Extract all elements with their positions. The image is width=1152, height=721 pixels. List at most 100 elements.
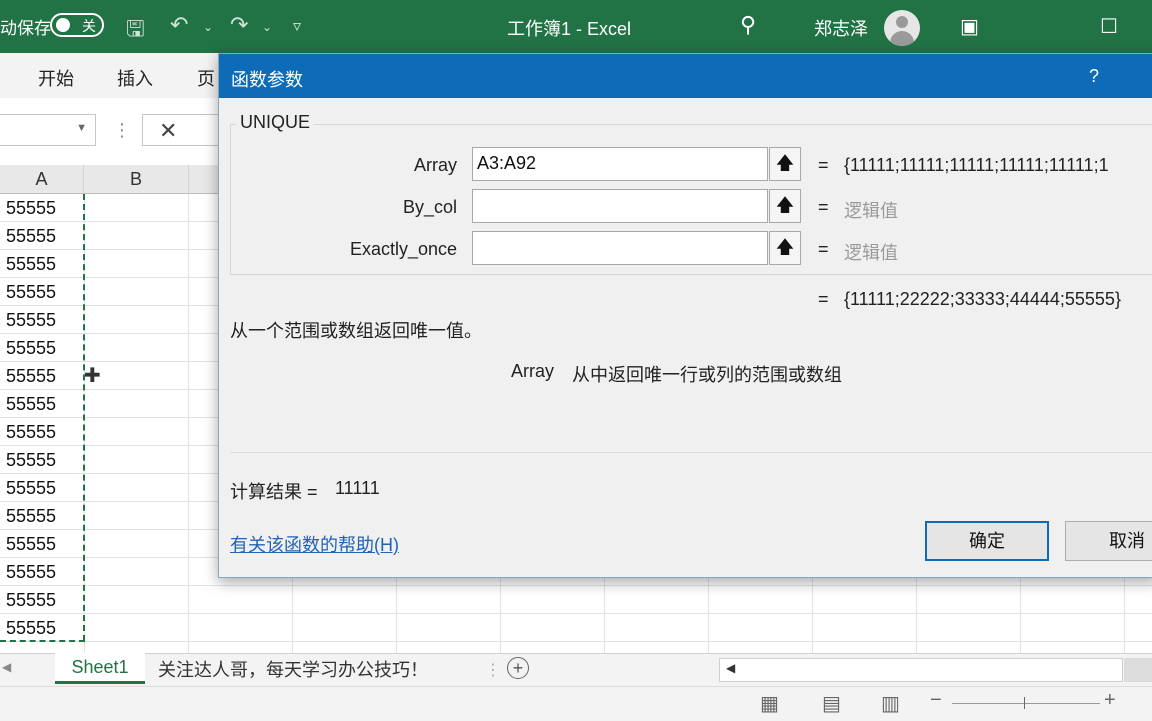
undo-icon[interactable]: ↶ <box>170 12 188 38</box>
scroll-tabs-left-icon[interactable]: ◀ <box>2 660 11 674</box>
equals-sign: = <box>818 155 829 175</box>
status-bar: ▦ ▤ ▥ − + <box>0 686 1152 721</box>
save-icon[interactable]: 🖫 <box>126 12 145 50</box>
sheet-tab-2[interactable]: 关注达人哥，每天学习办公技巧！ <box>158 656 428 682</box>
cell-a[interactable]: 55555 <box>0 334 84 362</box>
cell-a[interactable]: 55555 <box>0 362 84 390</box>
cell-a[interactable]: 55555 <box>0 222 84 250</box>
autosave-label: 动保存 <box>0 19 51 38</box>
window-title: 工作簿1 - Excel <box>507 19 632 39</box>
cell-a[interactable]: 55555 <box>0 418 84 446</box>
collapse-dialog-button[interactable]: 🡅 <box>769 189 801 223</box>
function-arguments-dialog: 函数参数 ? UNIQUE Array A3:A92 🡅 = {11111;11… <box>218 53 1152 578</box>
customize-icon[interactable]: ▿ <box>293 16 301 36</box>
page-layout-icon[interactable]: ▤ <box>822 691 841 716</box>
ribbon-display-icon[interactable]: ▣ <box>960 14 979 39</box>
cell-a[interactable]: 55555 <box>0 194 84 222</box>
arg-result-array: {11111;11111;11111;11111;11111;1 <box>844 155 1109 175</box>
autosave-toggle[interactable]: 关 <box>50 13 104 37</box>
normal-view-icon[interactable]: ▦ <box>760 691 779 716</box>
divider <box>230 452 1152 453</box>
tab-home[interactable]: 开始 <box>38 65 74 91</box>
function-description: 从一个范围或数组返回唯一值。 <box>230 321 482 341</box>
cell-a[interactable]: 55555 <box>0 446 84 474</box>
copy-marquee <box>83 194 85 641</box>
cell-a[interactable]: 55555 <box>0 502 84 530</box>
calc-result-label: 计算结果 = <box>230 482 318 502</box>
zoom-in-icon[interactable]: + <box>1104 689 1116 712</box>
cancel-button[interactable]: 取消 <box>1065 521 1152 561</box>
cell-cursor-icon: ✚ <box>84 365 101 387</box>
zoom-slider-thumb[interactable] <box>1024 697 1025 709</box>
arg-description-text: 从中返回唯一行或列的范围或数组 <box>572 365 842 385</box>
title-bar: 动保存 关 🖫 ↶ ⌄ ↷ ⌄ ▿ 工作簿1 - Excel ⚲ 郑志泽 ▣ ☐ <box>0 0 1152 53</box>
collapse-dialog-button[interactable]: 🡅 <box>769 231 801 265</box>
autosave-state: 关 <box>82 18 96 34</box>
tab-page[interactable]: 页 <box>197 65 215 91</box>
arg-result-exactly-once: 逻辑值 <box>844 243 898 263</box>
arg-label-array: Array <box>413 155 457 175</box>
up-arrow-icon: 🡅 <box>775 237 795 257</box>
ok-button[interactable]: 确定 <box>925 521 1049 561</box>
scrollbar-end <box>1124 658 1152 682</box>
redo-icon[interactable]: ↷ <box>230 12 248 38</box>
undo-dropdown-icon[interactable]: ⌄ <box>203 20 213 34</box>
cell-a[interactable]: 55555 <box>0 390 84 418</box>
function-name: UNIQUE <box>236 112 315 133</box>
tab-insert[interactable]: 插入 <box>117 65 153 91</box>
dialog-title: 函数参数 <box>231 70 303 90</box>
chevron-down-icon[interactable]: ▼ <box>76 122 87 134</box>
avatar-body <box>890 31 914 46</box>
page-break-view-icon[interactable]: ▥ <box>881 691 900 716</box>
table-row: 55555 <box>0 586 1152 614</box>
overall-result: {11111;22222;33333;44444;55555} <box>844 289 1121 309</box>
column-header-a[interactable]: A <box>0 165 84 194</box>
zoom-out-icon[interactable]: − <box>930 689 942 712</box>
redo-dropdown-icon[interactable]: ⌄ <box>262 20 272 34</box>
collapse-dialog-button[interactable]: 🡅 <box>769 147 801 181</box>
up-arrow-icon: 🡅 <box>775 153 795 173</box>
avatar-head <box>896 16 908 28</box>
grid-line <box>188 194 189 653</box>
search-icon[interactable]: ⚲ <box>740 12 756 38</box>
equals-sign: = <box>818 239 829 259</box>
exactly-once-input[interactable] <box>472 231 768 265</box>
table-row: 55555 <box>0 614 1152 642</box>
cell-a[interactable]: 55555 <box>0 474 84 502</box>
sheet-tab-bar: ◀ Sheet1 关注达人哥，每天学习办公技巧！ ⋮ + ◀ <box>0 653 1152 687</box>
dialog-title-bar[interactable]: 函数参数 ? <box>219 54 1152 98</box>
cell-a[interactable]: 55555 <box>0 250 84 278</box>
array-input[interactable]: A3:A92 <box>472 147 768 181</box>
tab-separator-icon: ⋮ <box>485 662 501 679</box>
cell-a[interactable]: 55555 <box>0 558 84 586</box>
arg-description-name: Array <box>511 361 555 381</box>
equals-sign: = <box>818 197 829 217</box>
column-header-b[interactable]: B <box>84 165 189 194</box>
arg-result-by-col: 逻辑值 <box>844 201 898 221</box>
sheet-tab-active[interactable]: Sheet1 <box>55 653 145 684</box>
zoom-slider[interactable] <box>952 703 1100 704</box>
arg-label-by-col: By_col <box>402 197 457 217</box>
name-box[interactable]: ▼ <box>0 114 96 146</box>
cell-a[interactable]: 55555 <box>0 530 84 558</box>
toggle-knob <box>56 18 70 32</box>
cell-a[interactable]: 55555 <box>0 306 84 334</box>
user-name[interactable]: 郑志泽 <box>814 15 868 41</box>
up-arrow-icon: 🡅 <box>775 195 795 215</box>
help-icon[interactable]: ? <box>1089 66 1099 87</box>
copy-marquee-bottom <box>0 640 85 642</box>
avatar[interactable] <box>884 10 920 46</box>
cell-a[interactable]: 55555 <box>0 614 84 642</box>
scroll-left-icon[interactable]: ◀ <box>726 661 735 675</box>
arg-label-exactly-once: Exactly_once <box>349 239 457 259</box>
function-help-link[interactable]: 有关该函数的帮助(H) <box>230 531 399 557</box>
calc-result-value: 11111 <box>335 478 380 498</box>
cancel-formula-icon[interactable]: ✕ <box>159 118 177 144</box>
maximize-icon[interactable]: ☐ <box>1100 14 1118 39</box>
horizontal-scrollbar[interactable]: ◀ <box>719 658 1123 682</box>
cell-a[interactable]: 55555 <box>0 586 84 614</box>
by-col-input[interactable] <box>472 189 768 223</box>
cell-a[interactable]: 55555 <box>0 278 84 306</box>
formula-bar-grip-icon: ⋮ <box>113 120 131 140</box>
add-sheet-icon[interactable]: + <box>507 657 529 679</box>
